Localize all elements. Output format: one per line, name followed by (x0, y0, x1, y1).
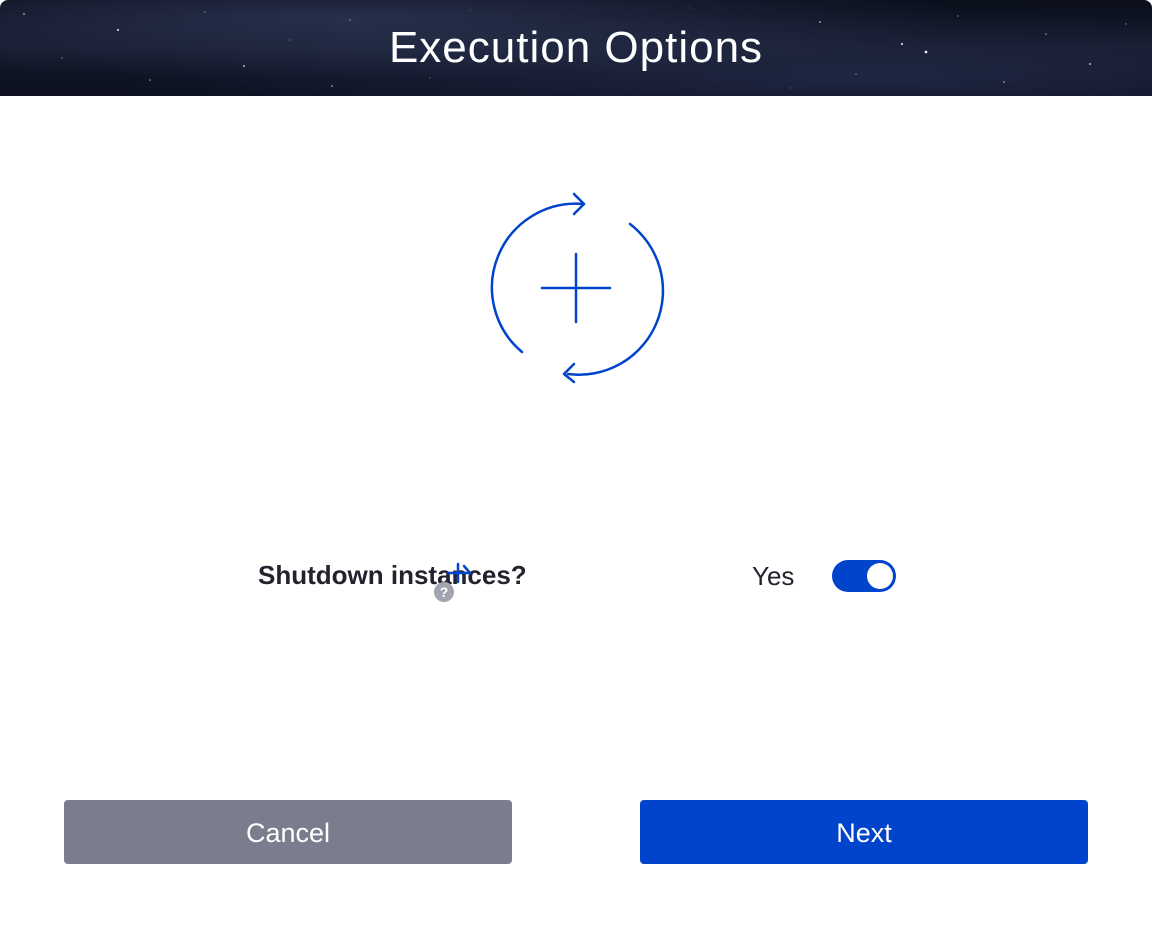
toggle-knob (867, 563, 893, 589)
shutdown-instances-toggle[interactable] (832, 560, 896, 592)
dialog-header: Execution Options (0, 0, 1152, 96)
execution-options-dialog: Execution Options Shutdown instances? ? … (0, 0, 1152, 928)
shutdown-instances-label: Shutdown instances? (258, 560, 527, 590)
cancel-button[interactable]: Cancel (64, 800, 512, 864)
dialog-title: Execution Options (388, 23, 764, 72)
shutdown-instances-row: Shutdown instances? ? Yes (0, 556, 1152, 602)
required-asterisk-icon (446, 562, 472, 584)
refresh-plus-icon (490, 192, 665, 384)
next-button[interactable]: Next (640, 800, 1088, 864)
toggle-state-label: Yes (752, 561, 795, 591)
help-icon[interactable]: ? (434, 582, 454, 602)
